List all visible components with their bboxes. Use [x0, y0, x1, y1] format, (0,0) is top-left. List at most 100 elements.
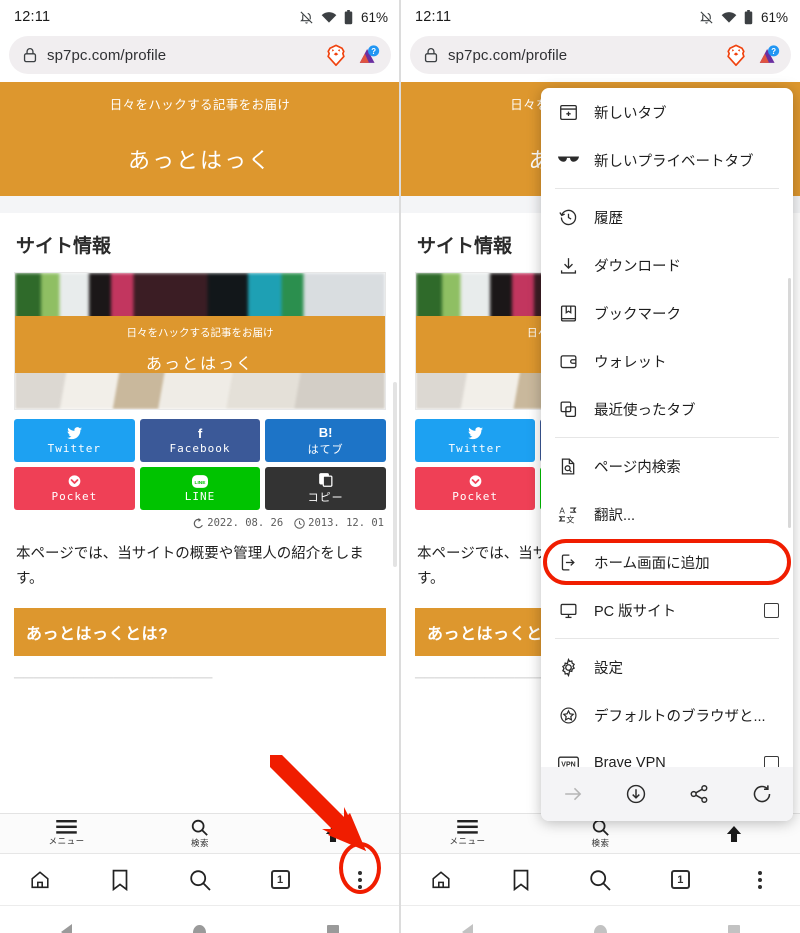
- download-icon: [557, 256, 579, 275]
- bookmark-icon: [513, 869, 529, 891]
- menu-item-recent-tabs[interactable]: 最近使ったタブ: [541, 385, 793, 433]
- share-button-twitter[interactable]: Twitter: [14, 419, 135, 462]
- status-bar: 12:11 61%: [0, 0, 400, 34]
- share-button-twitter[interactable]: Twitter: [415, 419, 536, 462]
- menu-item-translate[interactable]: A 文 翻訳...: [541, 490, 793, 538]
- menu-forward-button[interactable]: [541, 783, 604, 805]
- gear-icon: [557, 657, 579, 677]
- menu-item-label: ウォレット: [594, 354, 667, 371]
- share-button-facebook[interactable]: f Facebook: [139, 419, 261, 462]
- svg-text:?: ?: [771, 47, 776, 56]
- site-nav-search[interactable]: 検索: [133, 819, 266, 849]
- facebook-icon: f: [197, 426, 203, 441]
- share-label: Twitter: [47, 442, 101, 455]
- menu-scroll-area: 新しいタブ 新しいプライベートタブ 履歴 ダウンロード ブックマーク ウォレット…: [541, 88, 793, 767]
- article-title: サイト情報: [16, 236, 112, 257]
- android-navigation-bar: [0, 905, 400, 933]
- history-icon: [194, 517, 204, 528]
- share-label: Pocket: [452, 490, 499, 503]
- menu-item-default-browser[interactable]: デフォルトのブラウザと...: [541, 691, 793, 739]
- site-nav-menu[interactable]: メニュー: [0, 820, 133, 847]
- brave-lion-icon[interactable]: [325, 43, 347, 67]
- toolbar-tabs-button[interactable]: 1: [240, 870, 320, 889]
- site-bottom-nav: メニュー 検索: [0, 813, 400, 853]
- menu-item-label: 履歴: [594, 210, 623, 227]
- menu-item-label: ホーム画面に追加: [594, 555, 710, 572]
- toolbar-search-button[interactable]: [561, 869, 641, 891]
- vpn-icon: VPN: [557, 756, 579, 767]
- menu-item-find-in-page[interactable]: ページ内検索: [541, 442, 793, 490]
- toolbar-more-button[interactable]: [720, 870, 800, 889]
- site-nav-menu[interactable]: メニュー: [401, 820, 534, 847]
- share-button-pocket[interactable]: Pocket: [14, 467, 135, 510]
- share-button-hatena[interactable]: B! はてブ: [265, 419, 386, 462]
- android-back-button[interactable]: [401, 924, 534, 933]
- circle-home-icon: [594, 924, 607, 933]
- battery-percent: 61%: [760, 9, 788, 25]
- wifi-icon: [321, 10, 337, 24]
- brave-lion-icon[interactable]: [725, 43, 747, 67]
- menu-item-label: 翻訳...: [594, 507, 636, 524]
- site-nav-scrolltop[interactable]: [267, 825, 400, 842]
- toolbar-search-button[interactable]: [160, 869, 240, 891]
- menu-item-new-private-tab[interactable]: 新しいプライベートタブ: [541, 136, 793, 184]
- left-phone-screen: 12:11 61% sp7pc.com/profile ? 日々をハックする記事…: [0, 0, 400, 933]
- toolbar-home-button[interactable]: [401, 869, 481, 891]
- hatena-icon: B!: [318, 424, 333, 440]
- history-icon: [557, 208, 579, 227]
- panel-divider: [399, 0, 400, 933]
- android-back-button[interactable]: [0, 924, 133, 933]
- brave-shields-icon[interactable]: ?: [357, 44, 381, 67]
- menu-item-history[interactable]: 履歴: [541, 193, 793, 241]
- hamburger-icon: [56, 820, 77, 834]
- toolbar-tabs-button[interactable]: 1: [640, 870, 720, 889]
- thumbnail-brand: あっとはっく: [145, 356, 254, 373]
- menu-item-downloads[interactable]: ダウンロード: [541, 241, 793, 289]
- page-scrollbar[interactable]: [393, 382, 397, 567]
- toolbar-bookmarks-button[interactable]: [481, 869, 561, 891]
- menu-download-button[interactable]: [604, 783, 667, 805]
- address-bar[interactable]: sp7pc.com/profile ?: [9, 36, 391, 74]
- site-nav-scrolltop[interactable]: [667, 825, 800, 842]
- menu-reload-button[interactable]: [730, 783, 793, 805]
- status-time: 12:11: [415, 9, 452, 25]
- search-icon: [592, 819, 609, 836]
- menu-item-new-tab[interactable]: 新しいタブ: [541, 88, 793, 136]
- brave-shields-icon[interactable]: ?: [757, 44, 781, 67]
- menu-share-button[interactable]: [667, 783, 730, 805]
- menu-item-desktop-site[interactable]: PC 版サイト: [541, 586, 793, 634]
- menu-item-settings[interactable]: 設定: [541, 643, 793, 691]
- toolbar-bookmarks-button[interactable]: [80, 869, 160, 891]
- share-icon: [690, 785, 707, 803]
- android-home-button[interactable]: [133, 924, 266, 933]
- desktop-icon: [557, 601, 579, 620]
- site-nav-search[interactable]: 検索: [534, 819, 667, 849]
- toolbar-more-button[interactable]: [320, 870, 400, 889]
- thumbnail-tagline: 日々をハックする記事をお届け: [126, 327, 274, 339]
- circle-home-icon: [193, 924, 207, 933]
- address-bar[interactable]: sp7pc.com/profile ?: [410, 36, 791, 74]
- share-buttons: Twitter f Facebook B! はてブ Pocket: [14, 419, 386, 510]
- share-button-copy[interactable]: コピー: [265, 467, 386, 510]
- desktop-site-checkbox[interactable]: [764, 602, 779, 618]
- url-text: sp7pc.com/profile: [47, 46, 167, 64]
- share-button-pocket[interactable]: Pocket: [415, 467, 536, 510]
- brave-vpn-checkbox[interactable]: [764, 755, 779, 767]
- menu-item-bookmarks[interactable]: ブックマーク: [541, 289, 793, 337]
- article: サイト情報 日々をハックする記事をお届け あっとはっく Twitter: [0, 213, 400, 685]
- svg-text:LINE: LINE: [195, 480, 207, 486]
- menu-item-wallet[interactable]: ウォレット: [541, 337, 793, 385]
- home-icon: [31, 870, 49, 888]
- share-button-line[interactable]: LINE LINE: [139, 467, 261, 510]
- battery-percent: 61%: [360, 9, 388, 25]
- android-recents-button[interactable]: [267, 925, 400, 933]
- toolbar-home-button[interactable]: [0, 869, 80, 891]
- android-home-button[interactable]: [534, 924, 667, 933]
- three-dots-icon: [758, 870, 763, 889]
- star-badge-icon: [557, 706, 579, 725]
- menu-item-add-to-home-screen[interactable]: ホーム画面に追加: [541, 538, 793, 586]
- home-icon: [432, 870, 450, 888]
- menu-item-brave-vpn[interactable]: VPN Brave VPN: [541, 739, 793, 767]
- menu-scrollbar[interactable]: [788, 278, 791, 528]
- android-recents-button[interactable]: [667, 925, 800, 933]
